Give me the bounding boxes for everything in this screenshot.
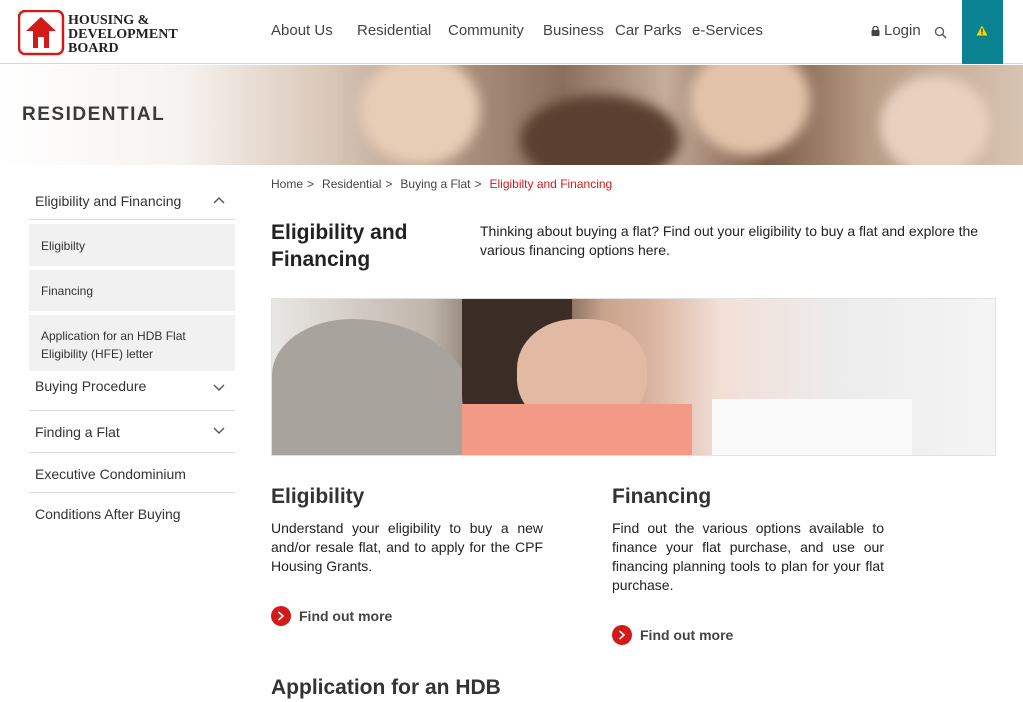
intro-text: Thinking about buying a flat? Find out y…: [480, 223, 979, 258]
eligibility-card-title: Eligibility: [271, 485, 365, 508]
nav-car-parks[interactable]: Car Parks: [615, 22, 682, 39]
breadcrumb-separator: >: [385, 177, 393, 191]
nav-e-services[interactable]: e-Services: [692, 22, 763, 39]
photo-shape: [712, 399, 912, 455]
hdb-logo[interactable]: HOUSING & DEVELOPMENT BOARD: [18, 10, 208, 56]
chevron-down-icon: [213, 384, 225, 391]
eligibility-card-text: Understand your eligibility to buy a new…: [271, 520, 543, 574]
nav-business[interactable]: Business: [543, 22, 604, 39]
hfe-section-title: Application for an HDB: [271, 676, 501, 699]
login-label: Login: [884, 22, 921, 39]
hero-photo-face: [360, 65, 480, 165]
hero-title: RESIDENTIAL: [22, 104, 166, 125]
sidebar-section-eligibility-financing[interactable]: Eligibility and Financing: [29, 180, 235, 220]
photo-shape: [462, 404, 692, 455]
financing-card-title: Financing: [612, 485, 712, 508]
chevron-down-icon: [213, 427, 225, 434]
chevron-right-icon: [612, 625, 632, 645]
breadcrumb: Home > Residential > Buying a Flat > Eligibilt…: [271, 177, 612, 191]
logo-line-3: BOARD: [68, 41, 119, 56]
hero-banner: RESIDENTIAL: [0, 65, 1023, 165]
alert-button[interactable]: [962, 0, 1003, 64]
breadcrumb-home[interactable]: Home: [271, 177, 303, 191]
sidebar-link-label: Conditions After Buying: [35, 506, 181, 522]
find-out-more-label: Find out more: [299, 608, 393, 624]
hero-photo-face: [880, 75, 990, 165]
nav-residential[interactable]: Residential: [357, 22, 431, 39]
photo-shape: [272, 319, 472, 455]
financing-card-text: Find out the various options available t…: [612, 520, 884, 593]
page-title: Eligibility and Financing: [271, 221, 408, 271]
sidebar-item-hfe-letter[interactable]: Application for an HDB Flat Eligibility …: [29, 315, 235, 371]
search-icon[interactable]: [934, 26, 947, 39]
sidebar: Eligibility and Financing Eligibilty Fin…: [29, 180, 235, 533]
login-link[interactable]: Login: [871, 22, 921, 39]
chevron-right-icon: [271, 606, 291, 626]
breadcrumb-separator: >: [474, 177, 482, 191]
find-out-more-label: Find out more: [640, 627, 734, 643]
sidebar-section-label: Buying Procedure: [35, 378, 147, 394]
eligibility-find-out-more-link[interactable]: Find out more: [271, 606, 392, 626]
financing-find-out-more-link[interactable]: Find out more: [612, 625, 733, 645]
hero-photo-face: [690, 65, 810, 155]
sidebar-item-label: Application for an HDB Flat Eligibility …: [41, 329, 186, 361]
breadcrumb-buying-a-flat[interactable]: Buying a Flat: [400, 177, 470, 191]
sidebar-link-label: Executive Condominium: [35, 466, 186, 482]
nav-about-us[interactable]: About Us: [271, 22, 333, 39]
sidebar-section-label: Finding a Flat: [35, 424, 120, 440]
hero-photo-hair: [520, 95, 680, 165]
sidebar-item-label: Eligibilty: [41, 239, 86, 253]
chevron-up-icon: [213, 197, 225, 204]
sidebar-section-label: Eligibility and Financing: [35, 193, 182, 209]
breadcrumb-residential[interactable]: Residential: [322, 177, 381, 191]
sidebar-item-label: Financing: [41, 284, 94, 298]
sidebar-section-buying-procedure[interactable]: Buying Procedure: [29, 371, 235, 411]
sidebar-link-conditions-after-buying[interactable]: Conditions After Buying: [29, 493, 235, 533]
logo-line-2: DEVELOPMENT: [68, 27, 178, 42]
site-header: HOUSING & DEVELOPMENT BOARD About Us Res…: [0, 0, 1023, 64]
sidebar-item-eligibility[interactable]: Eligibilty: [29, 224, 235, 266]
sidebar-section-finding-a-flat[interactable]: Finding a Flat: [29, 411, 235, 453]
nav-community[interactable]: Community: [448, 22, 524, 39]
hero-photo-financing: [271, 298, 996, 456]
sidebar-link-executive-condominium[interactable]: Executive Condominium: [29, 453, 235, 493]
breadcrumb-separator: >: [307, 177, 315, 191]
warning-icon: [976, 25, 988, 36]
lock-icon: [871, 26, 880, 36]
breadcrumb-current: Eligibilty and Financing: [489, 177, 613, 191]
logo-line-1: HOUSING &: [68, 13, 149, 28]
sidebar-item-financing[interactable]: Financing: [29, 270, 235, 311]
